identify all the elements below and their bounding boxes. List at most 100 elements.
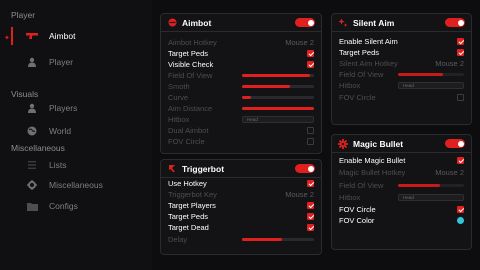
sidebar-item-label: Player (49, 57, 74, 67)
silent-hitbox-dropdown[interactable]: Head (398, 81, 464, 89)
silent-target-peds-row[interactable]: Target Peds (339, 47, 464, 57)
gear-icon (26, 179, 38, 191)
magic-hitbox-dropdown[interactable]: Head (398, 193, 464, 201)
smoth-slider[interactable] (242, 84, 314, 88)
use-hotkey-row[interactable]: Use Hotkey (168, 178, 314, 188)
target-players-row[interactable]: Target Players (168, 200, 314, 210)
sidebar-item-players[interactable]: Players (26, 99, 146, 117)
sidebar-item-player[interactable]: Player (26, 53, 146, 71)
magic-bullet-hotkey-value[interactable]: Mouse 2 (435, 168, 464, 177)
sidebar-item-miscellaneous[interactable]: Miscellaneous (26, 176, 146, 194)
magic-fov-slider[interactable] (398, 183, 464, 187)
enable-silent-aim-checkbox[interactable] (457, 37, 464, 45)
magic-bullet-panel: Magic Bullet Enable Magic Bullet Magic B… (331, 134, 472, 250)
aimbot-hitbox-row: Hitbox Head (168, 114, 314, 124)
silent-target-peds-label: Target Peds (339, 47, 380, 57)
trigger-target-peds-row[interactable]: Target Peds (168, 211, 314, 221)
target-players-checkbox[interactable] (307, 201, 314, 209)
curve-slider[interactable] (242, 95, 314, 99)
bullet-gear-icon (338, 138, 348, 149)
trigger-target-peds-checkbox[interactable] (307, 212, 314, 220)
aimbot-toggle[interactable] (295, 18, 315, 27)
sidebar-item-aimbot[interactable]: Aimbot (26, 27, 146, 45)
magic-bullet-hotkey-row[interactable]: Magic Bullet Hotkey Mouse 2 (339, 167, 464, 177)
slider-fill (398, 72, 443, 76)
silent-aim-hotkey-value[interactable]: Mouse 2 (435, 59, 464, 68)
fov-color-label: FOV Color (339, 215, 375, 225)
slider-fill (242, 84, 291, 88)
slider-fill (398, 183, 441, 187)
sidebar-item-lists[interactable]: Lists (26, 156, 146, 174)
curve-row: Curve (168, 92, 314, 102)
silent-fov-circle-label: FOV Circle (339, 92, 376, 102)
panel-title: Aimbot (182, 17, 212, 28)
fov-color-row[interactable]: FOV Color (339, 215, 464, 225)
delay-row: Delay (168, 234, 314, 244)
fov-color-swatch[interactable] (457, 216, 464, 224)
magic-hitbox-row: Hitbox Head (339, 192, 464, 202)
aimbot-hotkey-label: Aimbot Hotkey (168, 37, 217, 47)
triggerbot-panel: Triggerbot Use Hotkey Triggerbot Key Mou… (160, 159, 322, 255)
person-icon (26, 56, 38, 68)
enable-silent-aim-label: Enable Silent Aim (339, 36, 398, 46)
sidebar-item-configs[interactable]: Configs (26, 197, 146, 215)
slider-fill (242, 237, 283, 241)
silent-fov-slider[interactable] (398, 72, 464, 76)
dual-aimbot-row[interactable]: Dual Aimbot (168, 125, 314, 135)
dual-aimbot-checkbox[interactable] (307, 126, 314, 134)
target-peds-row[interactable]: Target Peds (168, 48, 314, 58)
sidebar-item-label: World (49, 126, 72, 136)
silent-fov-circle-row[interactable]: FOV Circle (339, 92, 464, 102)
aimbot-hotkey-row[interactable]: Aimbot Hotkey Mouse 2 (168, 37, 314, 47)
silent-aim-toggle[interactable] (445, 18, 465, 27)
sidebar-item-world[interactable]: World (26, 122, 146, 140)
visible-check-row[interactable]: Visible Check (168, 59, 314, 69)
enable-magic-bullet-row[interactable]: Enable Magic Bullet (339, 155, 464, 165)
aimbot-hotkey-value[interactable]: Mouse 2 (285, 38, 314, 47)
section-title-visuals: Visuals (11, 89, 39, 99)
visible-check-checkbox[interactable] (307, 60, 314, 68)
aimbot-fov-slider[interactable] (242, 73, 314, 77)
enable-silent-aim-row[interactable]: Enable Silent Aim (339, 36, 464, 46)
slider-fill (242, 106, 314, 110)
aimbot-fov-circle-row[interactable]: FOV Circle (168, 136, 314, 146)
enable-magic-bullet-checkbox[interactable] (457, 156, 464, 164)
silent-aim-hotkey-row[interactable]: Silent Aim Hotkey Mouse 2 (339, 58, 464, 68)
target-dead-row[interactable]: Target Dead (168, 222, 314, 232)
triggerbot-key-row[interactable]: Triggerbot Key Mouse 2 (168, 189, 314, 199)
section-title-miscellaneous: Miscellaneous (11, 143, 65, 153)
use-hotkey-label: Use Hotkey (168, 178, 207, 188)
silent-target-peds-checkbox[interactable] (457, 48, 464, 56)
aimbot-fov-circle-checkbox[interactable] (307, 137, 314, 145)
target-dead-label: Target Dead (168, 222, 209, 232)
sidebar-item-label: Aimbot (49, 31, 76, 41)
aimbot-panel: Aimbot Aimbot Hotkey Mouse 2 Target Peds… (160, 13, 322, 154)
crosshair-icon (167, 18, 177, 28)
active-indicator-bar (11, 27, 13, 45)
magic-bullet-toggle[interactable] (445, 139, 465, 148)
use-hotkey-checkbox[interactable] (307, 179, 314, 187)
sidebar-item-label: Configs (49, 201, 78, 211)
sidebar-item-label: Miscellaneous (49, 180, 103, 190)
user-icon (26, 102, 38, 114)
target-players-label: Target Players (168, 200, 216, 210)
triggerbot-toggle[interactable] (295, 164, 315, 173)
magic-fov-circle-checkbox[interactable] (457, 205, 464, 213)
panel-title: Triggerbot (182, 163, 225, 174)
aimbot-hitbox-dropdown[interactable]: Head (242, 115, 314, 123)
silent-fov-circle-checkbox[interactable] (457, 93, 464, 101)
enable-magic-bullet-label: Enable Magic Bullet (339, 155, 406, 165)
magic-fov-circle-label: FOV Circle (339, 204, 376, 214)
target-peds-checkbox[interactable] (307, 49, 314, 57)
magic-fov-circle-row[interactable]: FOV Circle (339, 204, 464, 214)
target-dead-checkbox[interactable] (307, 223, 314, 231)
triggerbot-key-value[interactable]: Mouse 2 (285, 190, 314, 199)
folder-icon (26, 200, 38, 212)
gun-icon (26, 30, 38, 42)
aim-distance-row: Aim Distance (168, 103, 314, 113)
slider-fill (242, 95, 251, 99)
delay-slider[interactable] (242, 237, 314, 241)
section-title-player: Player (11, 10, 36, 20)
aim-distance-slider[interactable] (242, 106, 314, 110)
trigger-icon (167, 164, 177, 174)
